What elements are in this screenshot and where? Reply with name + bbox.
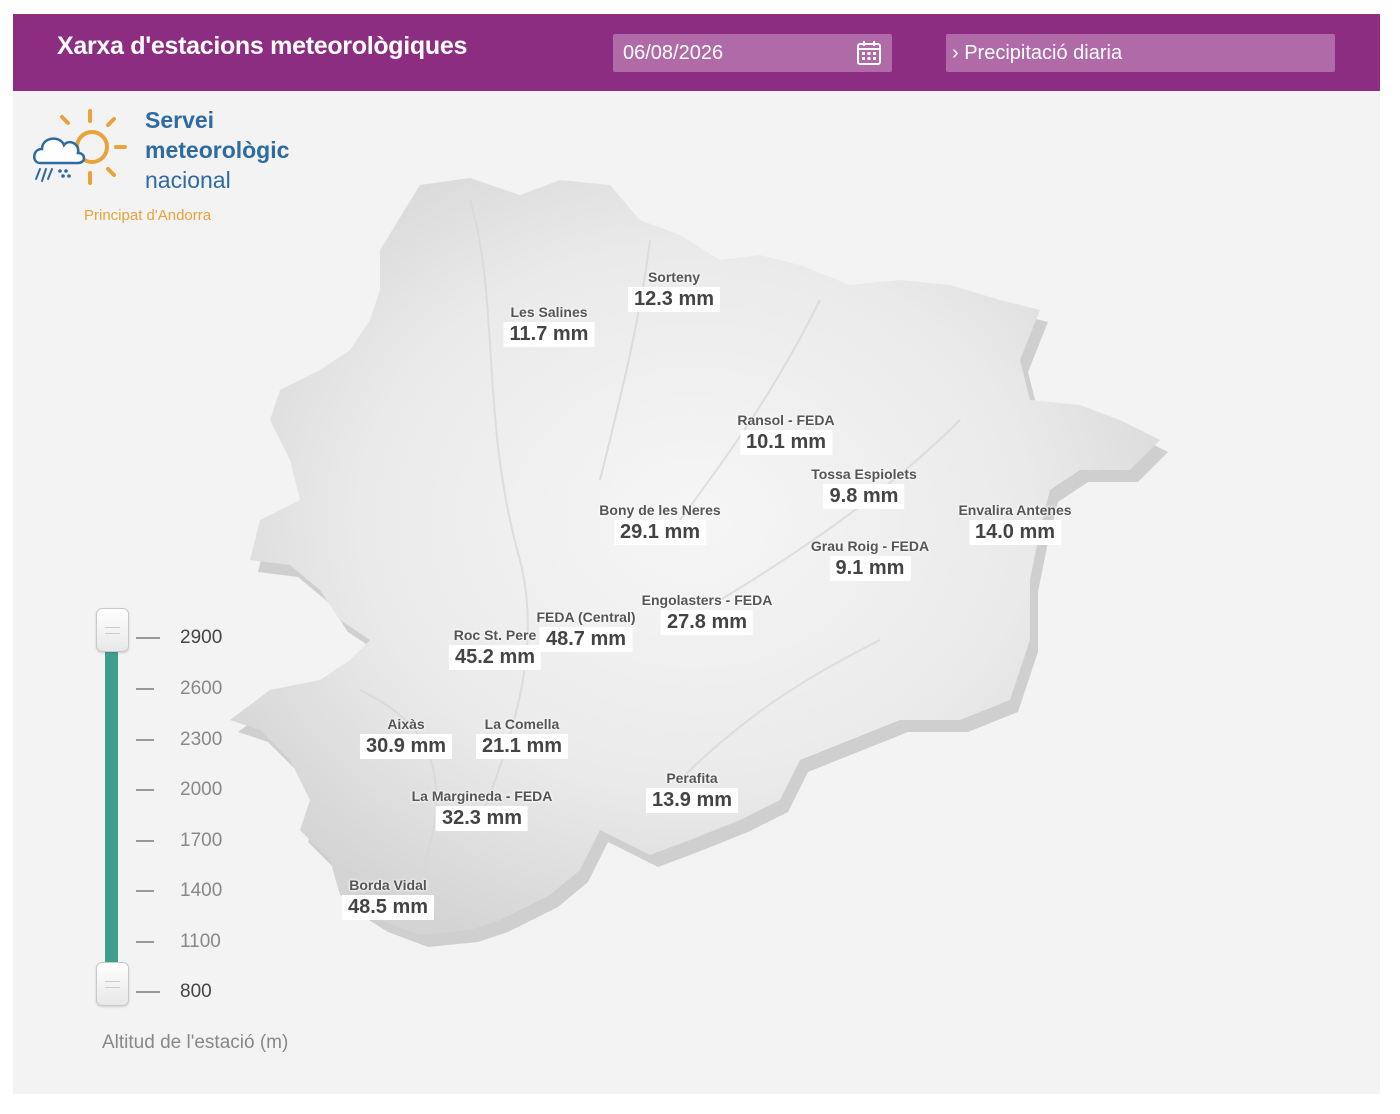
station-marker[interactable]: Engolasters - FEDA 27.8 mm	[641, 592, 773, 635]
station-name: Ransol - FEDA	[737, 412, 835, 428]
station-name: Tossa Espiolets	[811, 466, 917, 482]
tick-label: 2000	[180, 779, 223, 800]
station-value: 10.1 mm	[739, 430, 833, 455]
tick-label: 1400	[180, 880, 223, 901]
station-value: 11.7 mm	[503, 322, 595, 347]
station-value: 12.3 mm	[627, 287, 721, 312]
altitude-max-handle[interactable]	[96, 608, 129, 652]
tick-label: 1100	[180, 931, 221, 952]
station-name: La Margineda - FEDA	[411, 788, 553, 804]
station-marker[interactable]: Perafita 13.9 mm	[645, 770, 739, 813]
tick-mark	[136, 890, 154, 892]
station-name: Bony de les Neres	[599, 502, 721, 518]
tick-label: 800	[180, 981, 212, 1002]
tick-label: 2600	[180, 678, 223, 699]
altitude-min-handle[interactable]	[96, 962, 129, 1006]
tick-mark	[136, 840, 154, 842]
tick-mark	[136, 941, 154, 943]
station-value: 32.3 mm	[435, 806, 529, 831]
station-marker[interactable]: Bony de les Neres 29.1 mm	[599, 502, 721, 545]
station-value: 13.9 mm	[645, 788, 739, 813]
station-value: 48.7 mm	[539, 627, 633, 652]
station-marker[interactable]: Aixàs 30.9 mm	[359, 716, 453, 759]
station-marker[interactable]: Tossa Espiolets 9.8 mm	[811, 466, 917, 509]
station-marker[interactable]: Les Salines 11.7 mm	[503, 304, 595, 347]
tick-label: 2900	[180, 627, 223, 648]
station-value: 29.1 mm	[613, 520, 707, 545]
station-name: Grau Roig - FEDA	[810, 538, 930, 554]
station-name: Sorteny	[647, 269, 701, 285]
tick-mark	[136, 789, 154, 791]
station-name: FEDA (Central)	[536, 609, 636, 625]
station-name: Perafita	[666, 770, 718, 786]
tick-mark	[136, 688, 154, 690]
station-marker[interactable]: Grau Roig - FEDA 9.1 mm	[811, 538, 929, 581]
station-value: 9.1 mm	[829, 556, 911, 581]
tick-mark	[136, 991, 160, 993]
station-name: Les Salines	[510, 304, 588, 320]
altitude-axis-title: Altitud de l'estació (m)	[102, 1032, 289, 1053]
station-marker[interactable]: FEDA (Central) 48.7 mm	[536, 609, 636, 652]
tick-label: 2300	[180, 729, 223, 750]
station-marker[interactable]: La Margineda - FEDA 32.3 mm	[411, 788, 553, 831]
station-value: 48.5 mm	[341, 895, 435, 920]
station-value: 45.2 mm	[448, 645, 542, 670]
station-value: 21.1 mm	[475, 734, 569, 759]
station-marker[interactable]: Roc St. Pere 45.2 mm	[448, 627, 542, 670]
station-value: 9.8 mm	[823, 484, 905, 509]
station-marker[interactable]: Sorteny 12.3 mm	[627, 269, 721, 312]
station-name: Aixàs	[387, 716, 425, 732]
station-name: Roc St. Pere	[453, 627, 537, 643]
station-name: Engolasters - FEDA	[641, 592, 773, 608]
station-value: 14.0 mm	[968, 520, 1062, 545]
station-marker[interactable]: La Comella 21.1 mm	[475, 716, 569, 759]
station-marker[interactable]: Ransol - FEDA 10.1 mm	[737, 412, 835, 455]
altitude-range-track[interactable]	[105, 637, 118, 967]
tick-mark	[136, 637, 160, 639]
station-name: Borda Vidal	[349, 877, 427, 893]
station-marker[interactable]: Envalira Antenes 14.0 mm	[958, 502, 1072, 545]
station-name: Envalira Antenes	[958, 502, 1072, 518]
tick-mark	[136, 739, 154, 741]
station-name: La Comella	[484, 716, 560, 732]
station-value: 30.9 mm	[359, 734, 453, 759]
station-value: 27.8 mm	[660, 610, 754, 635]
station-marker[interactable]: Borda Vidal 48.5 mm	[341, 877, 435, 920]
tick-label: 1700	[180, 830, 223, 851]
